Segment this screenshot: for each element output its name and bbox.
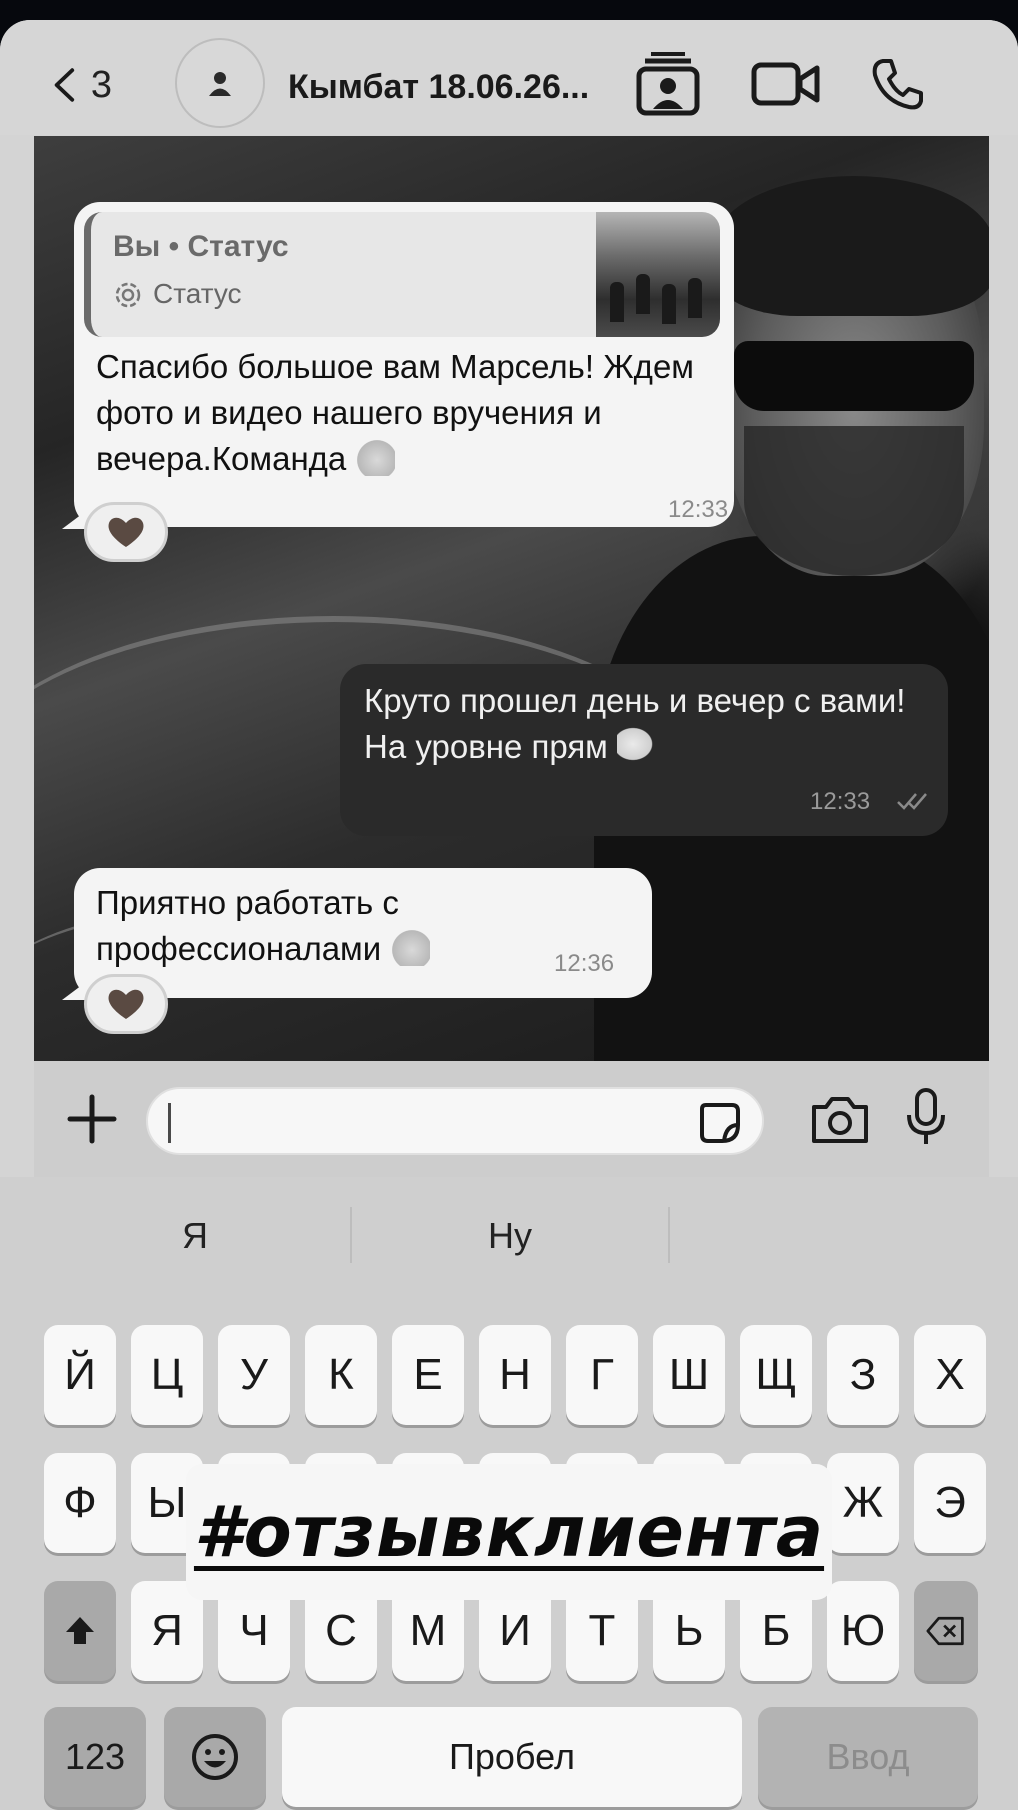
plus-icon[interactable] — [64, 1091, 120, 1147]
unread-count: 3 — [90, 63, 112, 106]
message-text-content: Приятно работать с профессионалами — [96, 884, 399, 967]
wallpaper-person-hair — [714, 176, 989, 316]
avatar-icon — [209, 72, 231, 96]
key-letter[interactable]: Е — [392, 1325, 464, 1425]
message-text: Спасибо большое вам Марсель! Ждем фото и… — [96, 344, 716, 482]
thumbs-up-emoji — [390, 926, 431, 966]
heart-icon — [108, 517, 144, 547]
key-letter[interactable]: Щ — [740, 1325, 812, 1425]
backspace-key[interactable] — [914, 1581, 978, 1681]
message-input[interactable] — [146, 1087, 764, 1155]
chat-header: 3 Кымбат 18.06.26... — [0, 20, 1018, 135]
quote-label: Статус — [153, 278, 242, 309]
wallpaper-person-beard — [744, 426, 964, 576]
shift-icon — [66, 1617, 94, 1644]
contact-card-icon — [636, 52, 700, 116]
shift-key[interactable] — [44, 1581, 116, 1681]
key-letter[interactable]: Ц — [131, 1325, 203, 1425]
status-thumbnail — [596, 212, 720, 337]
heart-icon — [108, 989, 144, 1019]
backspace-icon — [926, 1616, 964, 1646]
hashtag-text: #отзывклиента — [193, 1491, 825, 1573]
key-letter[interactable]: З — [827, 1325, 899, 1425]
video-call-button[interactable] — [748, 46, 824, 122]
chat-title[interactable]: Кымбат 18.06.26... — [288, 68, 589, 107]
space-key[interactable]: Пробел — [282, 1707, 742, 1807]
message-text: Приятно работать с профессионалами — [96, 880, 536, 972]
phone-icon — [872, 59, 923, 110]
suggestion-1[interactable]: Я — [140, 1215, 250, 1257]
key-letter[interactable]: Г — [566, 1325, 638, 1425]
message-time: 12:33 — [668, 496, 729, 523]
message-text: Круто прошел день и вечер с вами! На уро… — [364, 678, 934, 770]
key-letter[interactable]: К — [305, 1325, 377, 1425]
camera-icon[interactable] — [810, 1093, 870, 1145]
video-call-icon — [751, 62, 820, 106]
voice-call-button[interactable] — [858, 46, 934, 122]
message-outgoing[interactable]: Круто прошел день и вечер с вами! На уро… — [340, 664, 948, 836]
reaction-badge[interactable] — [84, 502, 168, 562]
key-letter[interactable]: Ю — [827, 1581, 899, 1681]
key-letter[interactable]: У — [218, 1325, 290, 1425]
suggestion-2[interactable]: Ну — [440, 1215, 580, 1257]
message-time: 12:33 — [810, 788, 871, 815]
chat-area[interactable]: Вы • Статус Статус Спасибо большое вам М… — [34, 136, 989, 1061]
key-letter[interactable]: Ж — [827, 1453, 899, 1553]
key-letter[interactable]: Й — [44, 1325, 116, 1425]
key-letter[interactable]: Э — [914, 1453, 986, 1553]
quote-author: Вы • Статус — [113, 230, 289, 263]
wallpaper-sunglasses — [734, 341, 974, 411]
numbers-key[interactable]: 123 — [44, 1707, 146, 1807]
return-key[interactable]: Ввод — [758, 1707, 978, 1807]
thumbs-up-emoji — [355, 436, 396, 476]
phone-screen: 3 Кымбат 18.06.26... Вы • Статус Статус … — [0, 20, 1018, 1810]
key-letter[interactable]: Ш — [653, 1325, 725, 1425]
avatar[interactable] — [175, 38, 265, 128]
message-composer — [34, 1061, 989, 1177]
status-icon — [115, 282, 141, 308]
sticker-icon[interactable] — [698, 1101, 742, 1145]
key-letter[interactable]: Н — [479, 1325, 551, 1425]
key-letter[interactable]: Ф — [44, 1453, 116, 1553]
suggestion-divider — [350, 1207, 352, 1263]
message-incoming[interactable]: Вы • Статус Статус Спасибо большое вам М… — [62, 202, 734, 529]
hashtag-sticker: #отзывклиента — [186, 1464, 832, 1600]
key-letter[interactable]: Х — [914, 1325, 986, 1425]
contact-card-button[interactable] — [630, 46, 706, 122]
chevron-left-icon — [54, 68, 75, 102]
back-button[interactable]: 3 — [52, 60, 112, 110]
text-caret — [168, 1103, 171, 1143]
microphone-icon[interactable] — [904, 1087, 948, 1147]
message-incoming[interactable]: Приятно работать с профессионалами 12:36 — [62, 868, 652, 1000]
emoji-key[interactable] — [164, 1707, 266, 1807]
flexed-biceps-emoji — [617, 724, 658, 764]
read-receipt-icon — [897, 793, 927, 810]
emoji-icon — [192, 1734, 238, 1780]
message-time: 12:36 — [554, 950, 615, 977]
suggestion-divider — [668, 1207, 670, 1263]
quoted-status[interactable]: Вы • Статус Статус — [84, 212, 720, 337]
reaction-badge[interactable] — [84, 974, 168, 1034]
